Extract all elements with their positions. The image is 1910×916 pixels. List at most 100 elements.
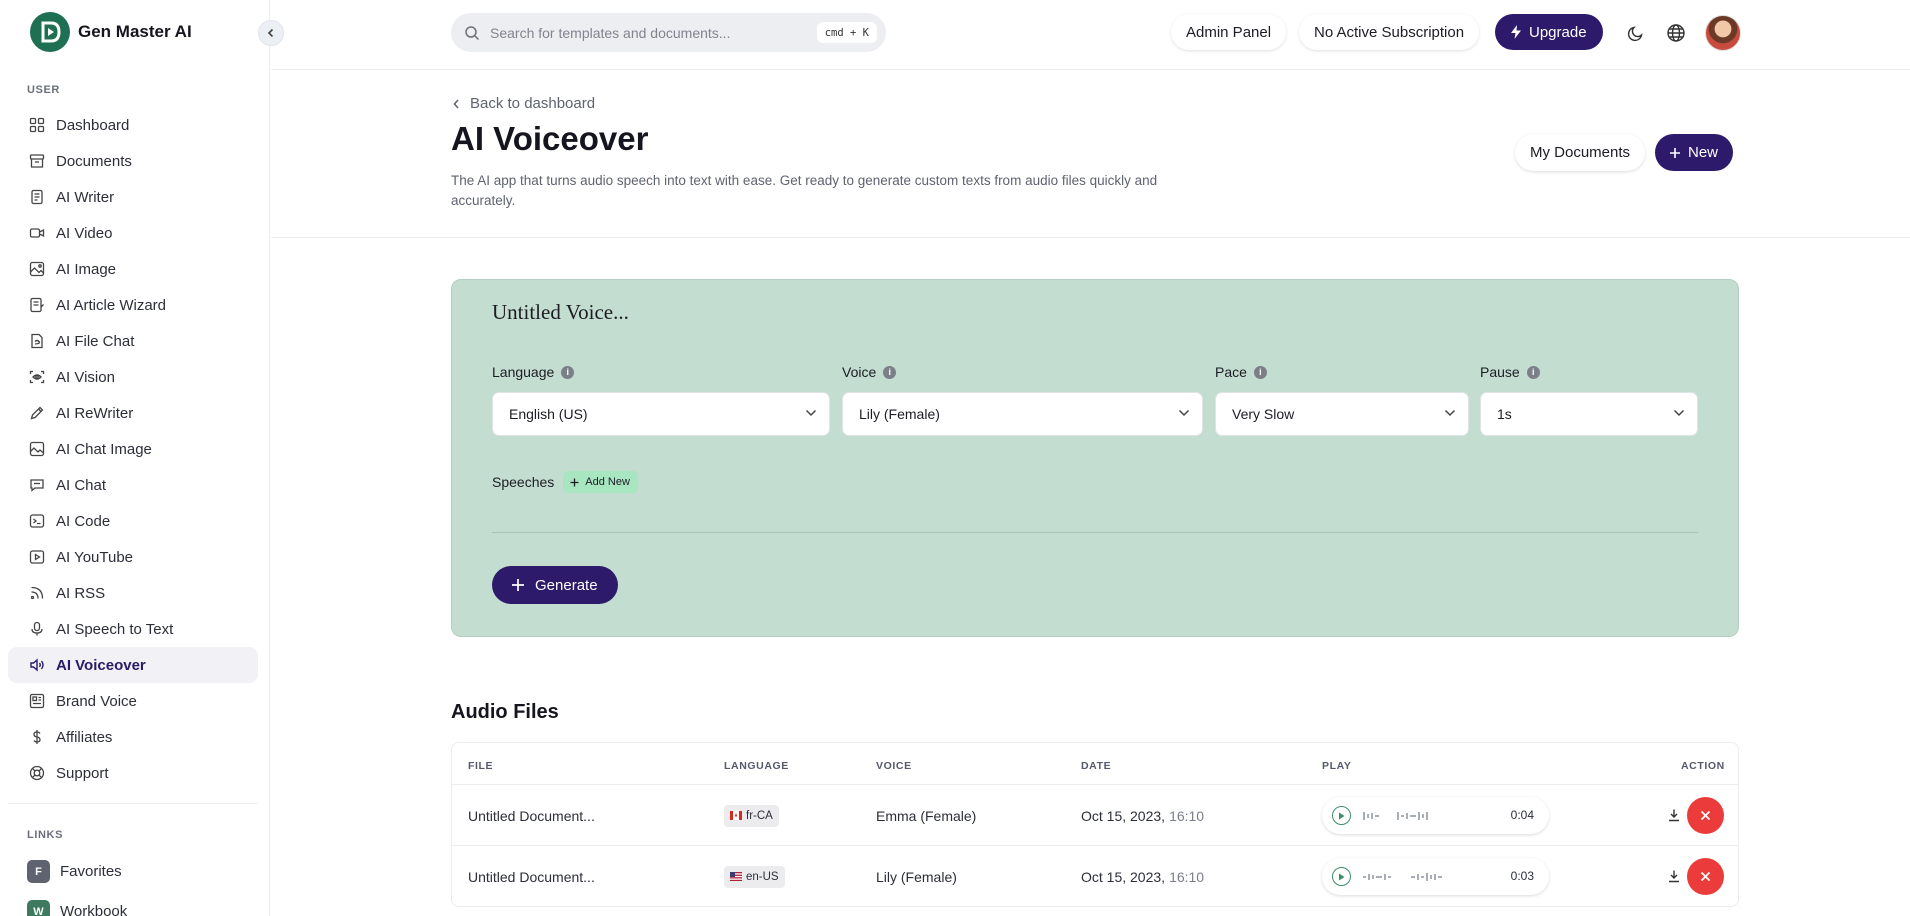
download-icon xyxy=(1669,809,1679,822)
language-label-text: Language xyxy=(492,364,555,380)
sidebar-item-ai-rewriter[interactable]: AI ReWriter xyxy=(8,395,258,431)
voice-cell: Lily (Female) xyxy=(876,868,957,885)
audio-player: 0:04 xyxy=(1322,797,1549,834)
sidebar-item-label: Documents xyxy=(56,152,132,170)
sidebar-item-ai-speech-to-text[interactable]: AI Speech to Text xyxy=(8,611,258,647)
sidebar-item-ai-file-chat[interactable]: AI File Chat xyxy=(8,323,258,359)
info-icon[interactable]: i xyxy=(1526,365,1540,379)
table-row: Untitled Document... fr-CA Emma (Female)… xyxy=(452,784,1738,846)
link-label: Workbook xyxy=(60,903,128,916)
chat-image-icon xyxy=(29,441,45,457)
date-value: Oct 15, 2023, xyxy=(1081,807,1166,824)
sidebar-item-label: Brand Voice xyxy=(56,692,137,710)
file-name[interactable]: Untitled Document... xyxy=(468,846,595,906)
sidebar-item-ai-video[interactable]: AI Video xyxy=(8,215,258,251)
add-speech-button[interactable]: Add New xyxy=(563,471,638,493)
language-cell: en-US xyxy=(724,846,785,906)
voiceover-form: Untitled Voice... Language i English (US… xyxy=(451,279,1739,637)
pause-label: Pause i xyxy=(1480,364,1540,380)
sidebar-item-ai-code[interactable]: AI Code xyxy=(8,503,258,539)
voice-cell: Emma (Female) xyxy=(876,807,977,824)
sidebar-divider xyxy=(8,803,258,804)
upgrade-button[interactable]: Upgrade xyxy=(1495,14,1603,50)
header-divider xyxy=(271,237,1910,238)
image-icon xyxy=(29,261,45,277)
upgrade-label: Upgrade xyxy=(1529,23,1587,41)
pace-select[interactable]: Very Slow xyxy=(1215,392,1469,436)
info-icon[interactable]: i xyxy=(1253,365,1267,379)
waveform[interactable] xyxy=(1363,871,1473,883)
topbar: cmd + K Admin Panel No Active Subscripti… xyxy=(271,0,1910,70)
sidebar-item-documents[interactable]: Documents xyxy=(8,143,258,179)
delete-button[interactable] xyxy=(1687,797,1724,834)
column-header-file: FILE xyxy=(468,760,494,772)
vision-icon xyxy=(29,370,45,384)
chevron-down-icon xyxy=(1673,409,1685,417)
sidebar-item-ai-image[interactable]: AI Image xyxy=(8,251,258,287)
waveform[interactable] xyxy=(1363,810,1443,822)
sidebar-item-ai-youtube[interactable]: AI YouTube xyxy=(8,539,258,575)
sidebar-item-ai-chat-image[interactable]: AI Chat Image xyxy=(8,431,258,467)
file-name[interactable]: Untitled Document... xyxy=(468,785,595,846)
sidebar-item-ai-writer[interactable]: AI Writer xyxy=(8,179,258,215)
lightning-icon xyxy=(1511,25,1521,39)
brand[interactable]: Gen Master AI xyxy=(30,12,192,52)
close-icon xyxy=(1700,810,1711,821)
sidebar-link-favorites[interactable]: F Favorites xyxy=(27,860,122,883)
search-input[interactable] xyxy=(490,24,800,41)
play-button[interactable] xyxy=(1332,867,1351,886)
sidebar-link-workbook[interactable]: W Workbook xyxy=(27,900,127,916)
admin-panel-button[interactable]: Admin Panel xyxy=(1171,14,1287,50)
language-tag: fr-CA xyxy=(724,804,779,827)
column-header-play: PLAY xyxy=(1322,760,1352,772)
column-header-language: LANGUAGE xyxy=(724,760,789,772)
language-button[interactable] xyxy=(1665,22,1687,44)
info-icon[interactable]: i xyxy=(561,365,575,379)
lifebuoy-icon xyxy=(29,765,45,781)
subscription-button[interactable]: No Active Subscription xyxy=(1299,14,1480,50)
sidebar-item-affiliates[interactable]: Affiliates xyxy=(8,719,258,755)
audio-files-table: FILE LANGUAGE VOICE DATE PLAY ACTION Unt… xyxy=(451,742,1739,907)
sidebar-item-ai-chat[interactable]: AI Chat xyxy=(8,467,258,503)
sidebar-item-ai-vision[interactable]: AI Vision xyxy=(8,359,258,395)
chat-icon xyxy=(30,479,44,492)
back-to-dashboard-link[interactable]: Back to dashboard xyxy=(452,95,595,112)
sidebar-item-label: AI Voiceover xyxy=(56,656,146,674)
date-cell: Oct 15, 2023, 16:10 xyxy=(1081,846,1204,906)
download-button[interactable] xyxy=(1663,804,1685,826)
search-bar[interactable]: cmd + K xyxy=(451,13,886,52)
file-chat-icon xyxy=(31,333,43,349)
sidebar: Gen Master AI USER Dashboard Documents A… xyxy=(0,0,284,916)
voice-select[interactable]: Lily (Female) xyxy=(842,392,1203,436)
sidebar-item-dashboard[interactable]: Dashboard xyxy=(8,107,258,143)
sidebar-item-support[interactable]: Support xyxy=(8,755,258,791)
form-divider xyxy=(492,532,1698,533)
voice-title[interactable]: Untitled Voice... xyxy=(492,300,629,325)
add-new-label: Add New xyxy=(585,476,630,488)
sidebar-item-ai-article-wizard[interactable]: AI Article Wizard xyxy=(8,287,258,323)
language-select[interactable]: English (US) xyxy=(492,392,830,436)
delete-button[interactable] xyxy=(1687,858,1724,895)
play-button[interactable] xyxy=(1332,806,1351,825)
plus-icon xyxy=(1670,147,1680,158)
pace-value: Very Slow xyxy=(1232,406,1295,422)
download-button[interactable] xyxy=(1663,865,1685,887)
chevron-down-icon xyxy=(805,409,817,417)
new-button[interactable]: New xyxy=(1655,134,1734,171)
sidebar-item-brand-voice[interactable]: Brand Voice xyxy=(8,683,258,719)
pause-select[interactable]: 1s xyxy=(1480,392,1698,436)
sidebar-item-ai-voiceover[interactable]: AI Voiceover xyxy=(8,647,258,683)
voice-label: Voice i xyxy=(842,364,897,380)
sidebar-item-ai-rss[interactable]: AI RSS xyxy=(8,575,258,611)
sidebar-item-label: AI Vision xyxy=(56,368,115,386)
download-icon xyxy=(1669,870,1679,883)
link-badge: F xyxy=(27,860,50,883)
generate-button[interactable]: Generate xyxy=(492,566,618,604)
dark-mode-toggle[interactable] xyxy=(1625,22,1647,44)
info-icon[interactable]: i xyxy=(883,365,897,379)
chevron-down-icon xyxy=(1444,409,1456,417)
sidebar-item-label: AI YouTube xyxy=(56,548,134,566)
voice-value: Lily (Female) xyxy=(859,406,940,422)
my-documents-button[interactable]: My Documents xyxy=(1515,134,1646,171)
user-avatar[interactable] xyxy=(1705,15,1741,51)
